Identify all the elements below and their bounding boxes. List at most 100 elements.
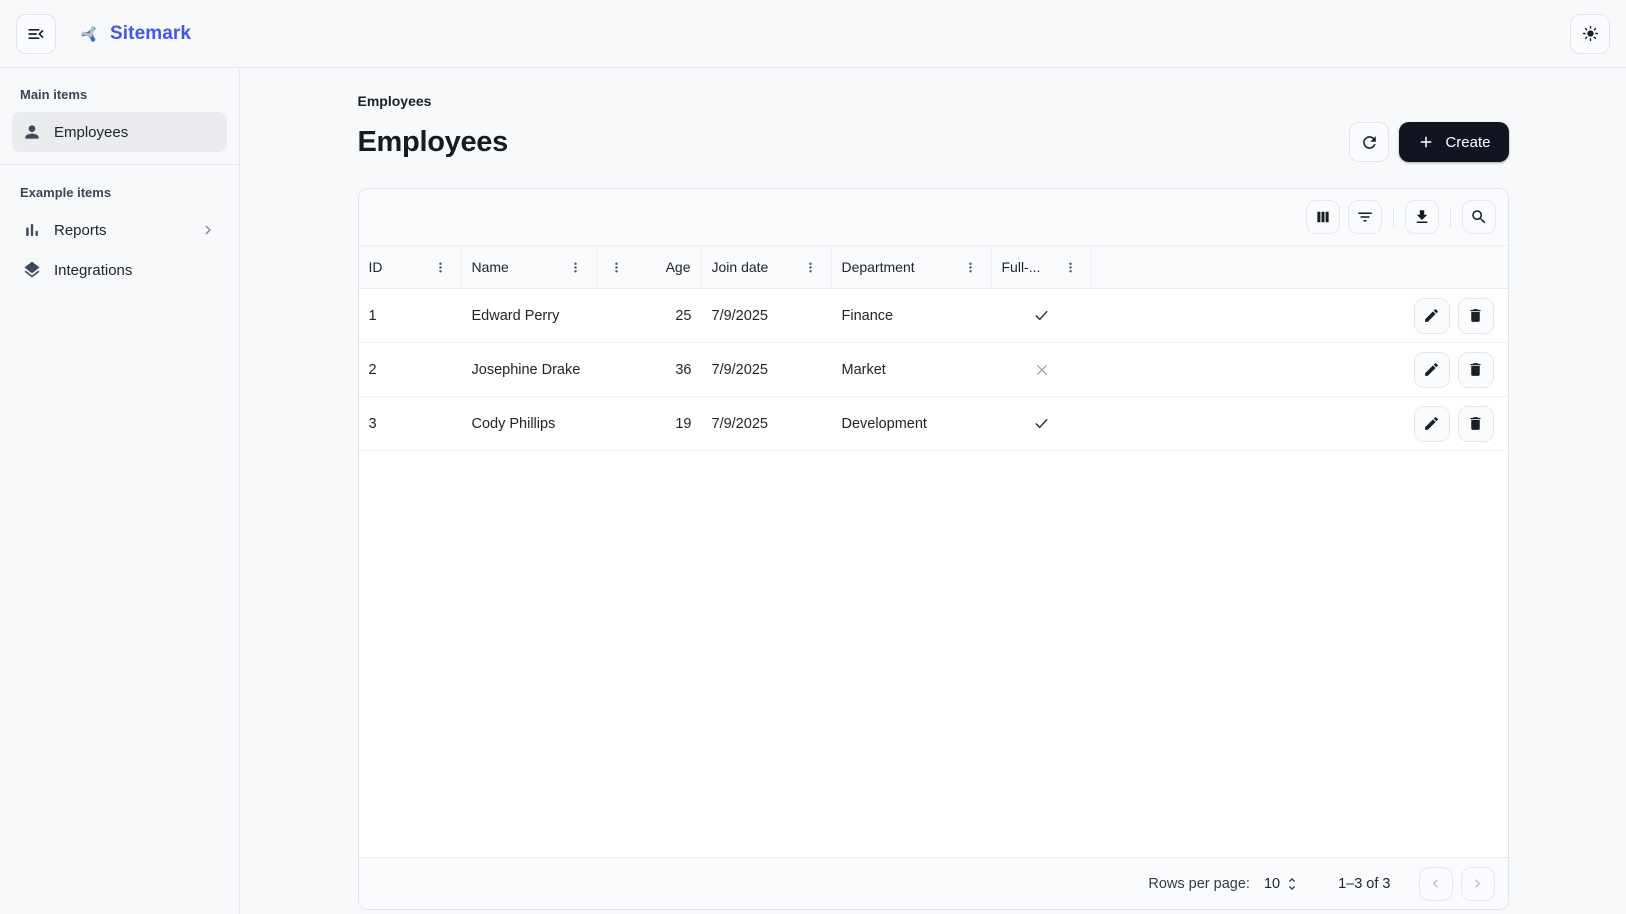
- menu-open-icon: [26, 24, 46, 44]
- columns-icon: [1314, 208, 1332, 226]
- chevron-left-icon: [1427, 875, 1444, 892]
- sidebar-item-reports[interactable]: Reports: [12, 210, 227, 250]
- delete-button[interactable]: [1458, 298, 1494, 334]
- cell-age: 25: [597, 308, 702, 324]
- table-row[interactable]: 2 Josephine Drake 36 7/9/2025 Market: [359, 343, 1508, 397]
- cell-join-date: 7/9/2025: [702, 416, 832, 432]
- layers-icon: [22, 260, 42, 280]
- previous-page-button[interactable]: [1419, 867, 1453, 901]
- create-button[interactable]: Create: [1399, 122, 1508, 162]
- sun-icon: [1581, 24, 1600, 43]
- sidebar-item-label: Integrations: [54, 262, 132, 279]
- cell-full-time: [992, 362, 1092, 378]
- cell-department: Market: [832, 362, 992, 378]
- refresh-icon: [1360, 133, 1379, 152]
- column-menu-icon[interactable]: [431, 257, 451, 277]
- columns-button[interactable]: [1306, 200, 1340, 234]
- cell-join-date: 7/9/2025: [702, 308, 832, 324]
- sidebar-item-label: Employees: [54, 124, 128, 141]
- cell-id: 3: [359, 416, 462, 432]
- pencil-icon: [1423, 415, 1440, 432]
- search-icon: [1470, 208, 1488, 226]
- column-menu-icon[interactable]: [1061, 257, 1081, 277]
- app-screen: Sitemark Main items Employees: [0, 0, 1626, 914]
- toolbar-divider: [1450, 207, 1451, 227]
- download-icon: [1413, 208, 1431, 226]
- next-page-button[interactable]: [1461, 867, 1495, 901]
- cell-full-time: [992, 415, 1092, 432]
- create-button-label: Create: [1445, 134, 1490, 151]
- collapse-menu-button[interactable]: [16, 14, 56, 54]
- column-menu-icon[interactable]: [607, 257, 627, 277]
- delete-button[interactable]: [1458, 352, 1494, 388]
- pencil-icon: [1423, 307, 1440, 324]
- cell-join-date: 7/9/2025: [702, 362, 832, 378]
- filter-button[interactable]: [1348, 200, 1382, 234]
- refresh-button[interactable]: [1349, 122, 1389, 162]
- sidebar-item-employees[interactable]: Employees: [12, 112, 227, 152]
- chevron-right-icon: [199, 221, 217, 239]
- check-icon: [1033, 307, 1050, 324]
- app-header: Sitemark: [0, 0, 1626, 68]
- trash-icon: [1467, 307, 1484, 324]
- person-icon: [22, 122, 42, 142]
- column-header-full-time[interactable]: Full-...: [992, 246, 1092, 288]
- sidebar-divider: [0, 164, 239, 165]
- edit-button[interactable]: [1414, 406, 1450, 442]
- cell-id: 2: [359, 362, 462, 378]
- edit-button[interactable]: [1414, 352, 1450, 388]
- column-header-spacer: [1092, 246, 1508, 288]
- cell-id: 1: [359, 308, 462, 324]
- data-grid: ID Name Age Join date: [358, 188, 1509, 910]
- column-header-department[interactable]: Department: [832, 246, 992, 288]
- check-icon: [1033, 415, 1050, 432]
- sidebar: Main items Employees Example items Repor…: [0, 69, 240, 914]
- table-row[interactable]: 3 Cody Phillips 19 7/9/2025 Development: [359, 397, 1508, 451]
- toolbar-divider: [1393, 207, 1394, 227]
- grid-toolbar: [359, 189, 1508, 245]
- sidebar-item-integrations[interactable]: Integrations: [12, 250, 227, 290]
- cell-name: Edward Perry: [462, 308, 597, 324]
- grid-footer: Rows per page: 10 1–3 of 3: [359, 857, 1508, 909]
- pagination-range: 1–3 of 3: [1338, 876, 1390, 892]
- cell-name: Josephine Drake: [462, 362, 597, 378]
- column-menu-icon[interactable]: [566, 257, 586, 277]
- column-header-name[interactable]: Name: [462, 246, 597, 288]
- cell-name: Cody Phillips: [462, 416, 597, 432]
- cell-department: Finance: [832, 308, 992, 324]
- grid-empty-area: [359, 451, 1508, 857]
- pencil-icon: [1423, 361, 1440, 378]
- sidebar-item-label: Reports: [54, 222, 107, 239]
- column-menu-icon[interactable]: [801, 257, 821, 277]
- plus-icon: [1417, 133, 1435, 151]
- sidebar-section-title-example: Example items: [12, 177, 227, 210]
- sidebar-section-title-main: Main items: [12, 79, 227, 112]
- brand-name: Sitemark: [110, 23, 191, 45]
- main-content: Employees Employees Create: [240, 68, 1626, 914]
- column-menu-icon[interactable]: [961, 257, 981, 277]
- rows-per-page-label: Rows per page:: [1148, 876, 1250, 892]
- filter-icon: [1356, 208, 1374, 226]
- trash-icon: [1467, 415, 1484, 432]
- column-header-age[interactable]: Age: [597, 246, 702, 288]
- table-row[interactable]: 1 Edward Perry 25 7/9/2025 Finance: [359, 289, 1508, 343]
- column-header-join-date[interactable]: Join date: [702, 246, 832, 288]
- cross-icon: [1034, 362, 1050, 378]
- bar-chart-icon: [22, 220, 42, 240]
- search-button[interactable]: [1462, 200, 1496, 234]
- rows-per-page-select[interactable]: 10: [1264, 876, 1300, 892]
- column-header-id[interactable]: ID: [359, 246, 462, 288]
- cell-age: 19: [597, 416, 702, 432]
- brand-logo: Sitemark: [78, 22, 191, 46]
- unfold-more-icon: [1284, 876, 1300, 892]
- edit-button[interactable]: [1414, 298, 1450, 334]
- breadcrumb: Employees: [358, 93, 1509, 109]
- trash-icon: [1467, 361, 1484, 378]
- cell-full-time: [992, 307, 1092, 324]
- page-title: Employees: [358, 126, 508, 159]
- cell-age: 36: [597, 362, 702, 378]
- theme-toggle-button[interactable]: [1570, 14, 1610, 54]
- chevron-right-icon: [1469, 875, 1486, 892]
- export-button[interactable]: [1405, 200, 1439, 234]
- delete-button[interactable]: [1458, 406, 1494, 442]
